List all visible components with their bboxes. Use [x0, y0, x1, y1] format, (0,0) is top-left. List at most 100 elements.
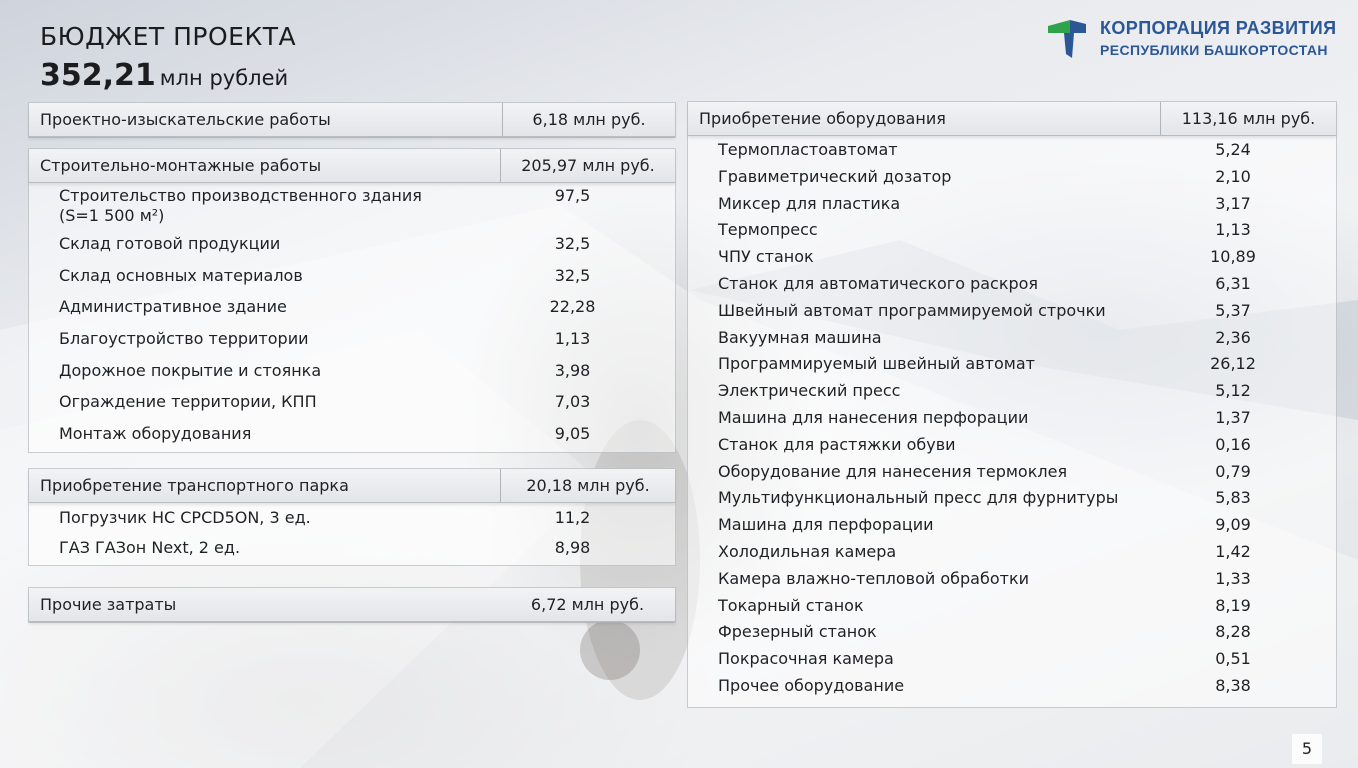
item-label: Программируемый швейный автомат: [718, 354, 1035, 374]
list-item: Камера влажно-тепловой обработки 1,33: [688, 569, 1336, 596]
equipment-value: 113,16 млн руб.: [1160, 102, 1336, 135]
list-item: Термопресс 1,13: [688, 220, 1336, 247]
logo-text-line2: РЕСПУБЛИКИ БАШКОРТОСТАН: [1100, 42, 1328, 58]
item-label: Мультифункциональный пресс для фурнитуры: [718, 488, 1119, 508]
item-label: Склад основных материалов: [59, 265, 303, 285]
item-value: 1,13: [554, 329, 591, 349]
item-value: 97,5: [554, 186, 591, 205]
other-costs-header: Прочие затраты 6,72 млн руб.: [29, 588, 675, 622]
item-label: Камера влажно-тепловой обработки: [718, 568, 1030, 588]
item-value: 7,03: [554, 392, 591, 412]
corporation-logo-icon: [1048, 20, 1086, 58]
item-value: 3,17: [1215, 193, 1251, 213]
item-value: 6,31: [1215, 273, 1251, 293]
transport-label: Приобретение транспортного парка: [40, 476, 349, 495]
list-item: Монтаж оборудования 9,05: [29, 424, 675, 456]
item-value: 8,19: [1215, 595, 1251, 615]
item-value: 0,79: [1215, 461, 1251, 481]
page-title: БЮДЖЕТ ПРОЕКТА: [40, 22, 297, 51]
list-item: Прочее оборудование 8,38: [688, 676, 1336, 703]
item-label: Гравиметрический дозатор: [718, 166, 952, 186]
item-value: 8,28: [1215, 622, 1251, 642]
list-item: ГАЗ ГАЗон Next, 2 ед. 8,98: [29, 538, 675, 568]
item-value: 0,51: [1215, 649, 1251, 669]
construction-label: Строительно-монтажные работы: [40, 156, 322, 175]
item-label: Машина для перфорации: [718, 515, 934, 535]
item-value: 0,16: [1215, 434, 1251, 454]
list-item: Погрузчик HC CPCD5ON, 3 ед. 11,2: [29, 508, 675, 538]
item-value: 32,5: [554, 265, 591, 285]
other-costs-label: Прочие затраты: [40, 595, 177, 614]
transport-items: Погрузчик HC CPCD5ON, 3 ед. 11,2 ГАЗ ГАЗ…: [29, 508, 675, 572]
design-works-header: Проектно-изыскательские работы 6,18 млн …: [29, 103, 675, 137]
list-item: Станок для автоматического раскроя 6,31: [688, 274, 1336, 301]
list-item: Склад готовой продукции 32,5: [29, 234, 675, 266]
item-label: Дорожное покрытие и стоянка: [59, 360, 322, 380]
item-label: Склад готовой продукции: [59, 234, 281, 253]
page-number: 5: [1292, 734, 1322, 764]
list-item: Холодильная камера 1,42: [688, 542, 1336, 569]
item-value: 3,98: [554, 360, 591, 380]
item-label: Швейный автомат программируемой строчки: [718, 300, 1106, 320]
item-value: 32,5: [554, 234, 591, 253]
item-label: Миксер для пластика: [718, 193, 901, 213]
corporation-logo: КОРПОРАЦИЯ РАЗВИТИЯ РЕСПУБЛИКИ БАШКОРТОС…: [1048, 18, 1340, 62]
list-item: Станок для растяжки обуви 0,16: [688, 435, 1336, 462]
item-value: 9,09: [1215, 515, 1251, 535]
list-item: ЧПУ станок 10,89: [688, 247, 1336, 274]
item-value: 22,28: [549, 297, 596, 317]
total-budget-unit: млн рублей: [159, 66, 289, 90]
equipment-items: Термопластоавтомат 5,24 Гравиметрический …: [688, 136, 1336, 707]
item-value: 5,12: [1215, 381, 1251, 401]
item-label: Фрезерный станок: [718, 622, 877, 642]
item-label: Погрузчик HC CPCD5ON, 3 ед.: [59, 508, 311, 527]
equipment-header: Приобретение оборудования 113,16 млн руб…: [688, 102, 1336, 136]
list-item: Благоустройство территории 1,13: [29, 329, 675, 361]
list-item: Гравиметрический дозатор 2,10: [688, 167, 1336, 194]
item-value: 8,38: [1215, 675, 1251, 695]
transport-panel: Приобретение транспортного парка 20,18 м…: [28, 468, 676, 566]
item-label: Покрасочная камера: [718, 649, 894, 669]
list-item: Фрезерный станок 8,28: [688, 622, 1336, 649]
list-item: Оборудование для нанесения термоклея 0,79: [688, 462, 1336, 489]
item-value: 2,10: [1215, 166, 1251, 186]
item-label: Термопресс: [718, 220, 818, 240]
design-works-panel: Проектно-изыскательские работы 6,18 млн …: [28, 102, 676, 138]
construction-panel: Строительно-монтажные работы 205,97 млн …: [28, 148, 676, 453]
design-works-label: Проектно-изыскательские работы: [40, 110, 331, 129]
transport-header: Приобретение транспортного парка 20,18 м…: [29, 469, 675, 503]
list-item: Склад основных материалов 32,5: [29, 266, 675, 298]
list-item: Мультифункциональный пресс для фурнитуры…: [688, 488, 1336, 515]
item-label: Монтаж оборудования: [59, 424, 252, 444]
item-value: 5,24: [1215, 140, 1251, 159]
construction-value: 205,97 млн руб.: [500, 149, 675, 182]
item-label: Машина для нанесения перфорации: [718, 407, 1029, 427]
item-value: 8,98: [554, 538, 591, 557]
list-item: Машина для нанесения перфорации 1,37: [688, 408, 1336, 435]
other-costs-value: 6,72 млн руб.: [530, 595, 645, 614]
item-value: 5,37: [1215, 300, 1251, 320]
list-item: Дорожное покрытие и стоянка 3,98: [29, 361, 675, 393]
list-item: Программируемый швейный автомат 26,12: [688, 354, 1336, 381]
equipment-panel: Приобретение оборудования 113,16 млн руб…: [687, 101, 1337, 708]
item-value: 1,33: [1215, 568, 1251, 588]
list-item: Термопластоавтомат 5,24: [688, 140, 1336, 167]
list-item: Электрический пресс 5,12: [688, 381, 1336, 408]
item-value: 2,36: [1215, 327, 1251, 347]
item-label: Административное здание: [59, 297, 287, 317]
list-item: Токарный станок 8,19: [688, 596, 1336, 623]
logo-text-line1: КОРПОРАЦИЯ РАЗВИТИЯ: [1100, 18, 1337, 38]
item-value: 1,37: [1215, 407, 1251, 427]
item-label: Вакуумная машина: [718, 327, 882, 347]
item-label: Станок для растяжки обуви: [718, 434, 956, 454]
item-value: 1,42: [1215, 541, 1251, 561]
item-value: 26,12: [1210, 354, 1256, 374]
item-label: ГАЗ ГАЗон Next, 2 ед.: [59, 538, 241, 557]
list-item: Миксер для пластика 3,17: [688, 194, 1336, 221]
item-label: Оборудование для нанесения термоклея: [718, 461, 1068, 481]
item-label: Электрический пресс: [718, 381, 901, 401]
item-value: 10,89: [1210, 247, 1256, 267]
item-value: 9,05: [554, 424, 591, 444]
list-item: Ограждение территории, КПП 7,03: [29, 392, 675, 424]
item-label: Строительство производственного здания (…: [59, 186, 422, 225]
